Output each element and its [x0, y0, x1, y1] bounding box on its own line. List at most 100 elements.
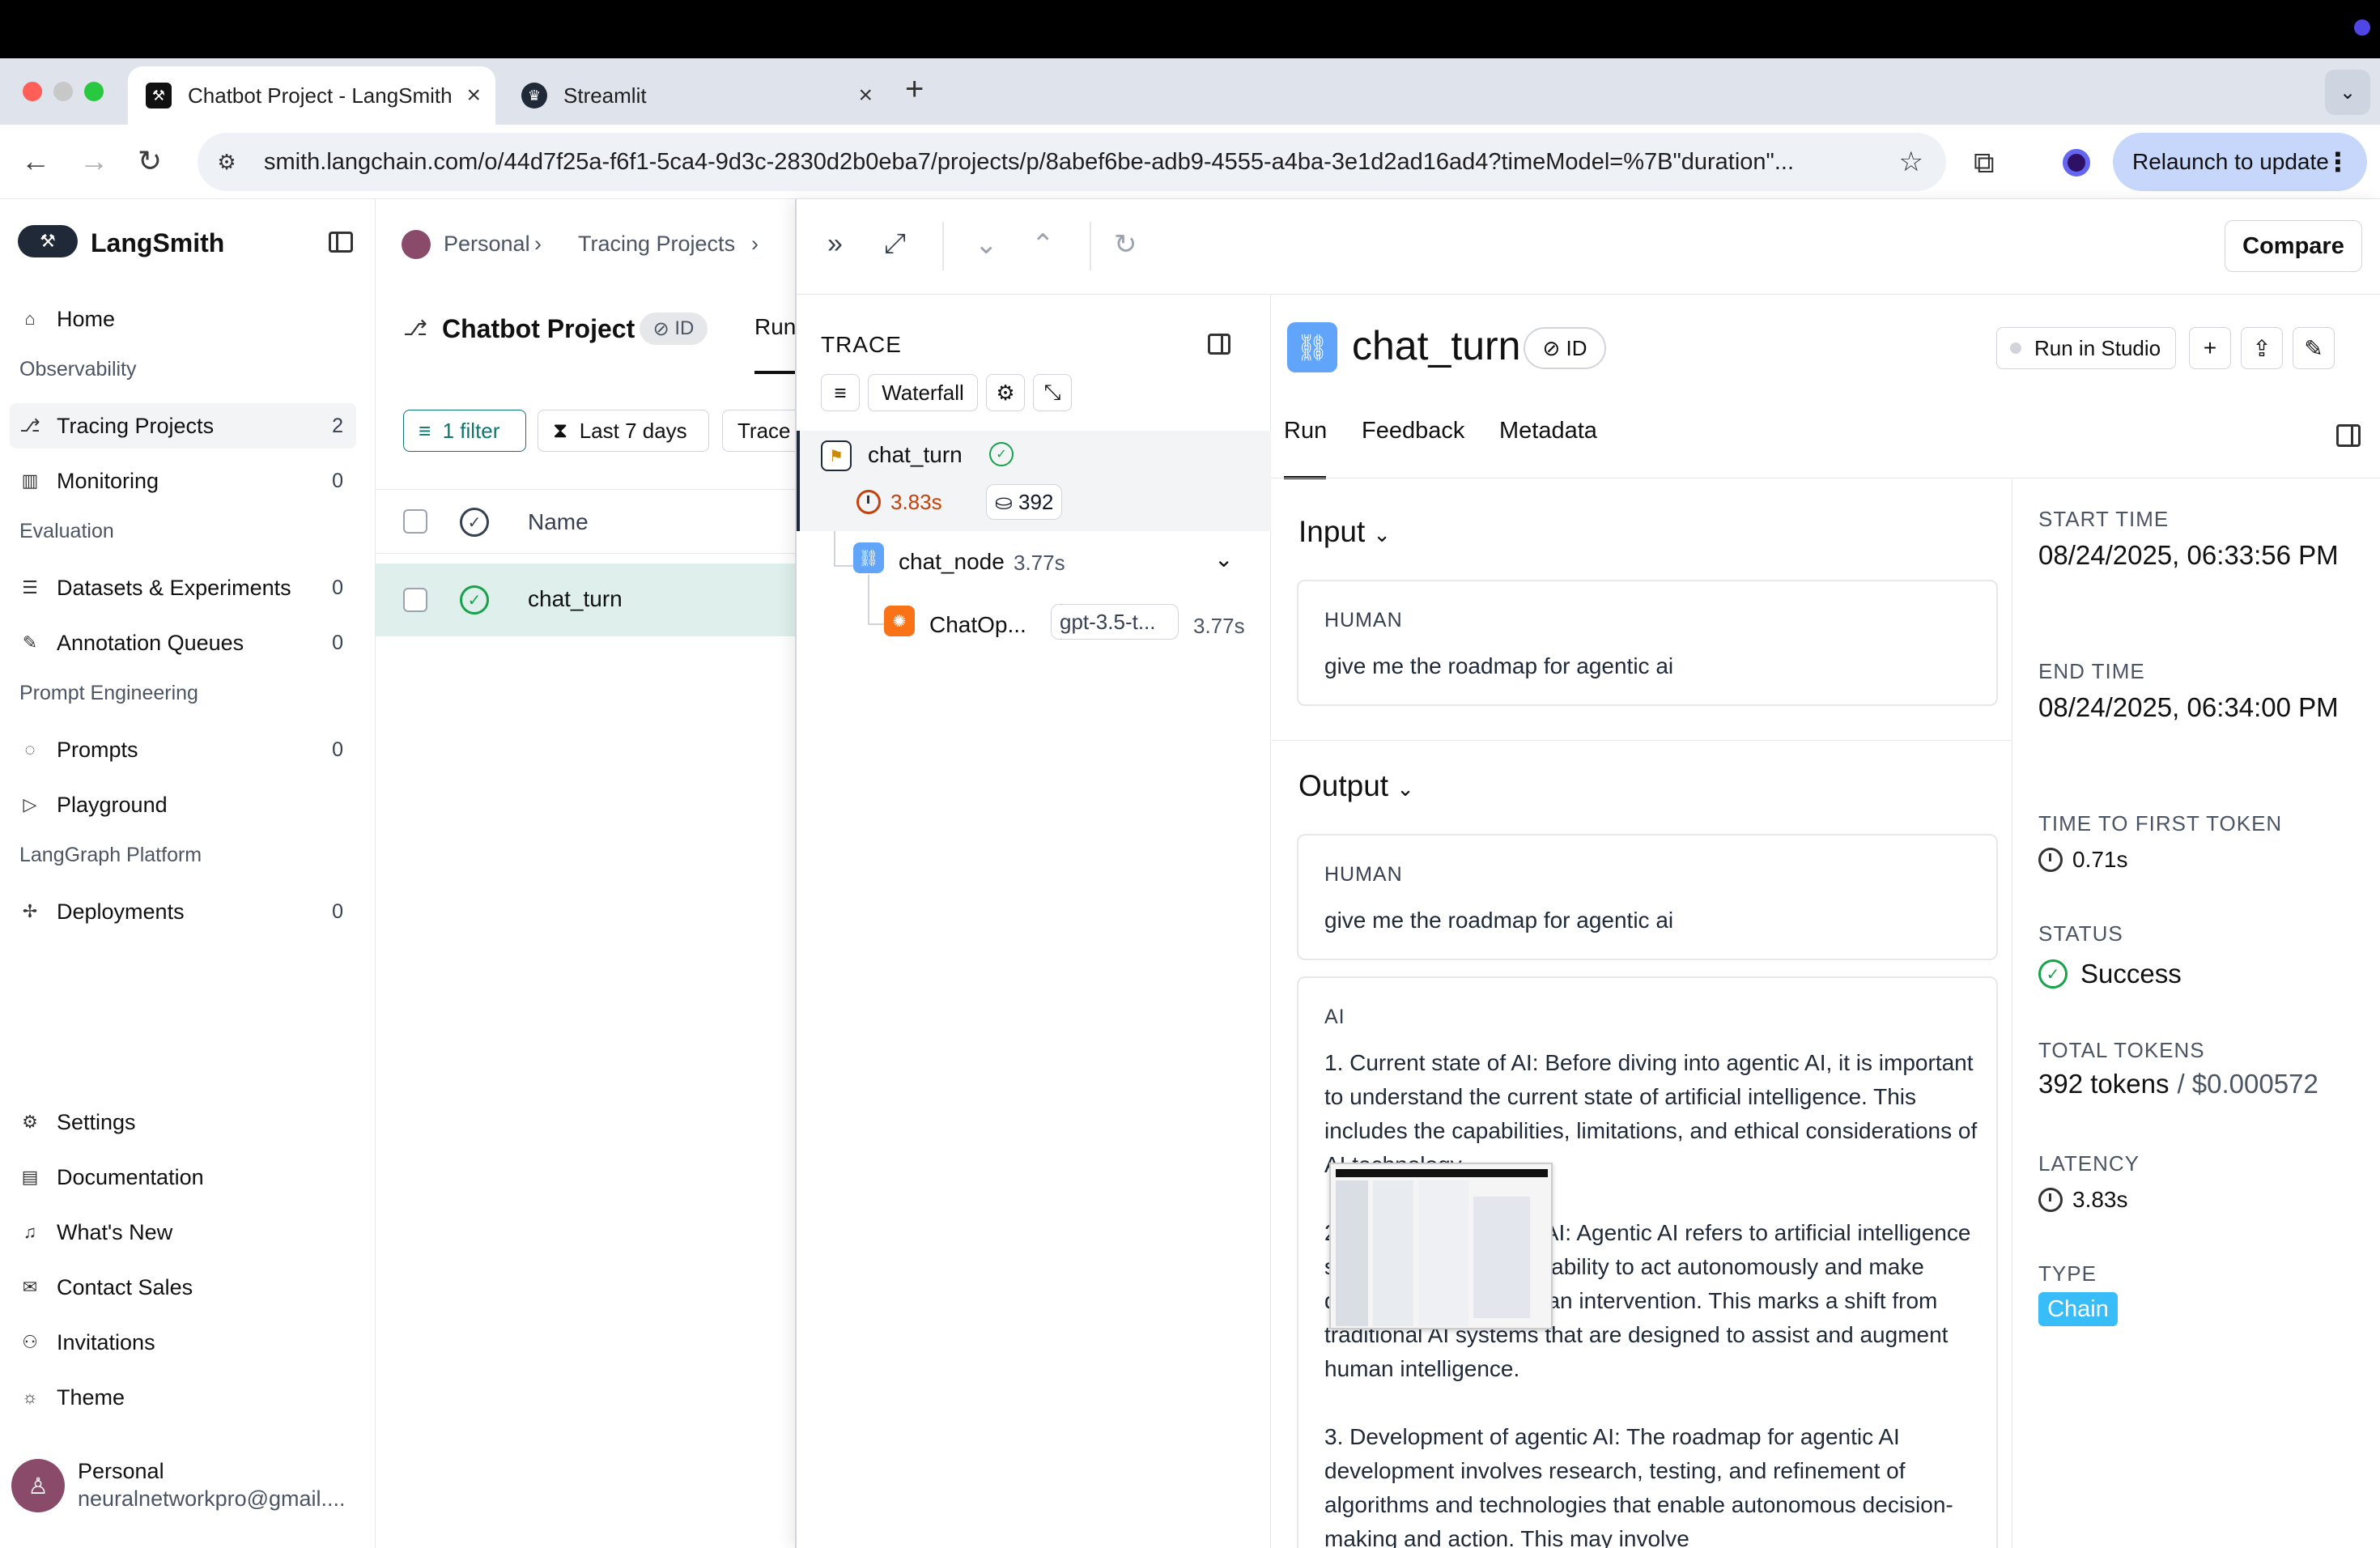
bookmark-star-icon[interactable]: ☆ — [1899, 146, 1923, 178]
chat-bubble-icon: ◌ — [24, 739, 36, 759]
clock-icon — [2038, 1188, 2063, 1212]
tab-metadata[interactable]: Metadata — [1499, 418, 1597, 444]
thumbnail-block — [1336, 1180, 1368, 1326]
trace-node-root[interactable]: ⚑ chat_turn ✓ 3.83s ⛀ 392 — [797, 431, 1271, 531]
run-title: chat_turn — [1352, 323, 1521, 368]
window-close-icon[interactable] — [23, 82, 42, 101]
new-tab-icon[interactable]: + — [905, 71, 924, 108]
waterfall-button[interactable]: Waterfall — [868, 374, 978, 411]
window-maximize-icon[interactable] — [84, 82, 104, 101]
filter-icon[interactable]: ≡ — [821, 374, 860, 411]
sidebar-item-deployments[interactable]: ✢ Deployments 0 — [10, 889, 356, 934]
browser-tab-streamlit[interactable]: ♛ Streamlit × — [504, 66, 887, 125]
relaunch-label: Relaunch to update — [2132, 149, 2329, 174]
tab-run[interactable]: Run — [1284, 418, 1327, 444]
sidebar-item-home[interactable]: ⌂ Home — [10, 296, 356, 342]
sidebar-item-invitations[interactable]: ⚇ Invitations — [10, 1320, 356, 1365]
screenshot-thumbnail[interactable] — [1329, 1163, 1553, 1329]
status-value-row: ✓ Success — [2038, 959, 2182, 989]
chevron-up-icon[interactable]: ⌃ — [1031, 228, 1055, 261]
refresh-icon[interactable]: ↻ — [1114, 228, 1137, 261]
tab-feedback[interactable]: Feedback — [1362, 418, 1464, 444]
total-tokens-label: TOTAL TOKENS — [2038, 1038, 2205, 1062]
id-label: ID — [1566, 335, 1587, 360]
run-detail: ⛓ chat_turn ⊘ ID Run in Studio + ⇪ ✎ Run… — [1271, 295, 2380, 1548]
input-heading-label: Input — [1298, 515, 1366, 548]
filter-button[interactable]: ≡ 1 filter — [403, 410, 526, 452]
latency-value: 3.83s — [2072, 1187, 2128, 1212]
sidebar-item-settings[interactable]: ⚙ Settings — [10, 1099, 356, 1145]
status-column-icon: ✓ — [460, 508, 489, 537]
breadcrumb-tracing-projects[interactable]: Tracing Projects — [578, 232, 735, 257]
column-name[interactable]: Name — [528, 509, 589, 535]
share-icon[interactable]: ⇪ — [2241, 327, 2283, 369]
relaunch-button[interactable]: Relaunch to update ⋮ — [2113, 133, 2367, 191]
close-tab-icon[interactable]: × — [858, 82, 873, 109]
sidebar-item-label: Datasets & Experiments — [57, 575, 291, 600]
play-icon: ▷ — [23, 794, 37, 814]
collapse-sidebar-icon[interactable] — [329, 232, 353, 253]
sidebar-item-theme[interactable]: ☼ Theme — [10, 1375, 356, 1420]
user-name[interactable]: Personal — [78, 1459, 164, 1484]
split-panel-icon[interactable] — [2336, 424, 2361, 447]
chevron-down-icon[interactable]: ⌄ — [975, 228, 998, 261]
url-text[interactable]: smith.langchain.com/o/44d7f25a-f6f1-5ca4… — [264, 149, 1875, 176]
breadcrumb-personal[interactable]: Personal — [444, 232, 530, 257]
site-info-icon[interactable]: ⚙ — [209, 144, 244, 180]
edit-icon[interactable]: ✎ — [2293, 327, 2335, 369]
sidebar-item-label: Documentation — [57, 1164, 204, 1189]
sidebar-item-annotation-queues[interactable]: ✎ Annotation Queues 0 — [10, 620, 356, 666]
sidebar-item-monitoring[interactable]: ▥ Monitoring 0 — [10, 458, 356, 504]
count-badge: 0 — [332, 631, 343, 654]
count-badge: 0 — [332, 738, 343, 761]
langsmith-logo[interactable]: ⚒ — [18, 225, 78, 257]
sidebar-item-label: Home — [57, 306, 116, 331]
sidebar-item-tracing-projects[interactable]: ⎇ Tracing Projects 2 — [10, 403, 356, 449]
tab-search-chevron-icon[interactable]: ⌄ — [2325, 70, 2370, 115]
collapse-icon[interactable]: ⤡ — [1033, 374, 1072, 411]
sidebar-item-prompts[interactable]: ◌ Prompts 0 — [10, 727, 356, 772]
extensions-puzzle-icon[interactable]: ⧉ — [1974, 146, 1995, 181]
sidebar-item-datasets[interactable]: ☰ Datasets & Experiments 0 — [10, 565, 356, 610]
openai-icon: ✺ — [884, 606, 915, 636]
select-all-checkbox[interactable] — [403, 509, 427, 534]
latency-pill: 3.83s — [848, 484, 950, 520]
reload-icon[interactable]: ↻ — [138, 144, 162, 178]
run-id-badge[interactable]: ⊘ ID — [1524, 327, 1606, 369]
ttft-value: 0.71s — [2072, 847, 2128, 872]
user-avatar[interactable]: ♙ — [11, 1459, 65, 1512]
toggle-panel-icon[interactable] — [1208, 334, 1230, 355]
end-time-label: END TIME — [2038, 659, 2145, 683]
trace-filter-button[interactable]: Trace — [722, 410, 803, 452]
row-checkbox[interactable] — [403, 588, 427, 612]
expand-icon[interactable]: ⤢ — [884, 228, 906, 260]
forward-arrow-icon[interactable]: → — [79, 144, 108, 178]
close-tab-icon[interactable]: × — [466, 82, 481, 109]
input-heading[interactable]: Input ⌄ — [1298, 515, 1391, 549]
profile-avatar[interactable] — [2063, 149, 2090, 176]
home-icon: ⌂ — [24, 308, 36, 329]
chevron-down-icon[interactable]: ⌄ — [1214, 546, 1233, 572]
date-range-button[interactable]: ⧗ Last 7 days — [538, 410, 709, 452]
address-bar[interactable]: ⚙ smith.langchain.com/o/44d7f25a-f6f1-5c… — [198, 133, 1946, 191]
table-row[interactable]: ✓ chat_turn — [376, 563, 797, 636]
sidebar-item-playground[interactable]: ▷ Playground — [10, 782, 356, 827]
close-drawer-icon[interactable]: » — [827, 228, 843, 260]
settings-gear-icon[interactable]: ⚙ — [986, 374, 1025, 411]
tab-runs[interactable]: Run — [754, 314, 796, 340]
back-arrow-icon[interactable]: ← — [21, 144, 50, 178]
compare-button[interactable]: Compare — [2225, 220, 2362, 272]
more-menu-icon[interactable]: ⋮ — [2325, 147, 2351, 177]
browser-tab-langsmith[interactable]: ⚒ Chatbot Project - LangSmith × — [128, 66, 495, 125]
output-heading[interactable]: Output ⌄ — [1298, 769, 1414, 803]
count-badge: 2 — [332, 414, 343, 437]
run-in-studio-button[interactable]: Run in Studio — [1996, 327, 2176, 369]
sidebar-item-contact-sales[interactable]: ✉ Contact Sales — [10, 1265, 356, 1310]
sidebar-item-documentation[interactable]: ▤ Documentation — [10, 1155, 356, 1200]
project-id-badge[interactable]: ⊘ ID — [640, 313, 708, 345]
sidebar-item-whats-new[interactable]: ♫ What's New — [10, 1210, 356, 1255]
add-icon[interactable]: + — [2189, 327, 2231, 369]
window-minimize-icon[interactable] — [53, 82, 73, 101]
row-name[interactable]: chat_turn — [528, 586, 623, 612]
trace-node-latency: 3.77s — [1193, 614, 1245, 638]
